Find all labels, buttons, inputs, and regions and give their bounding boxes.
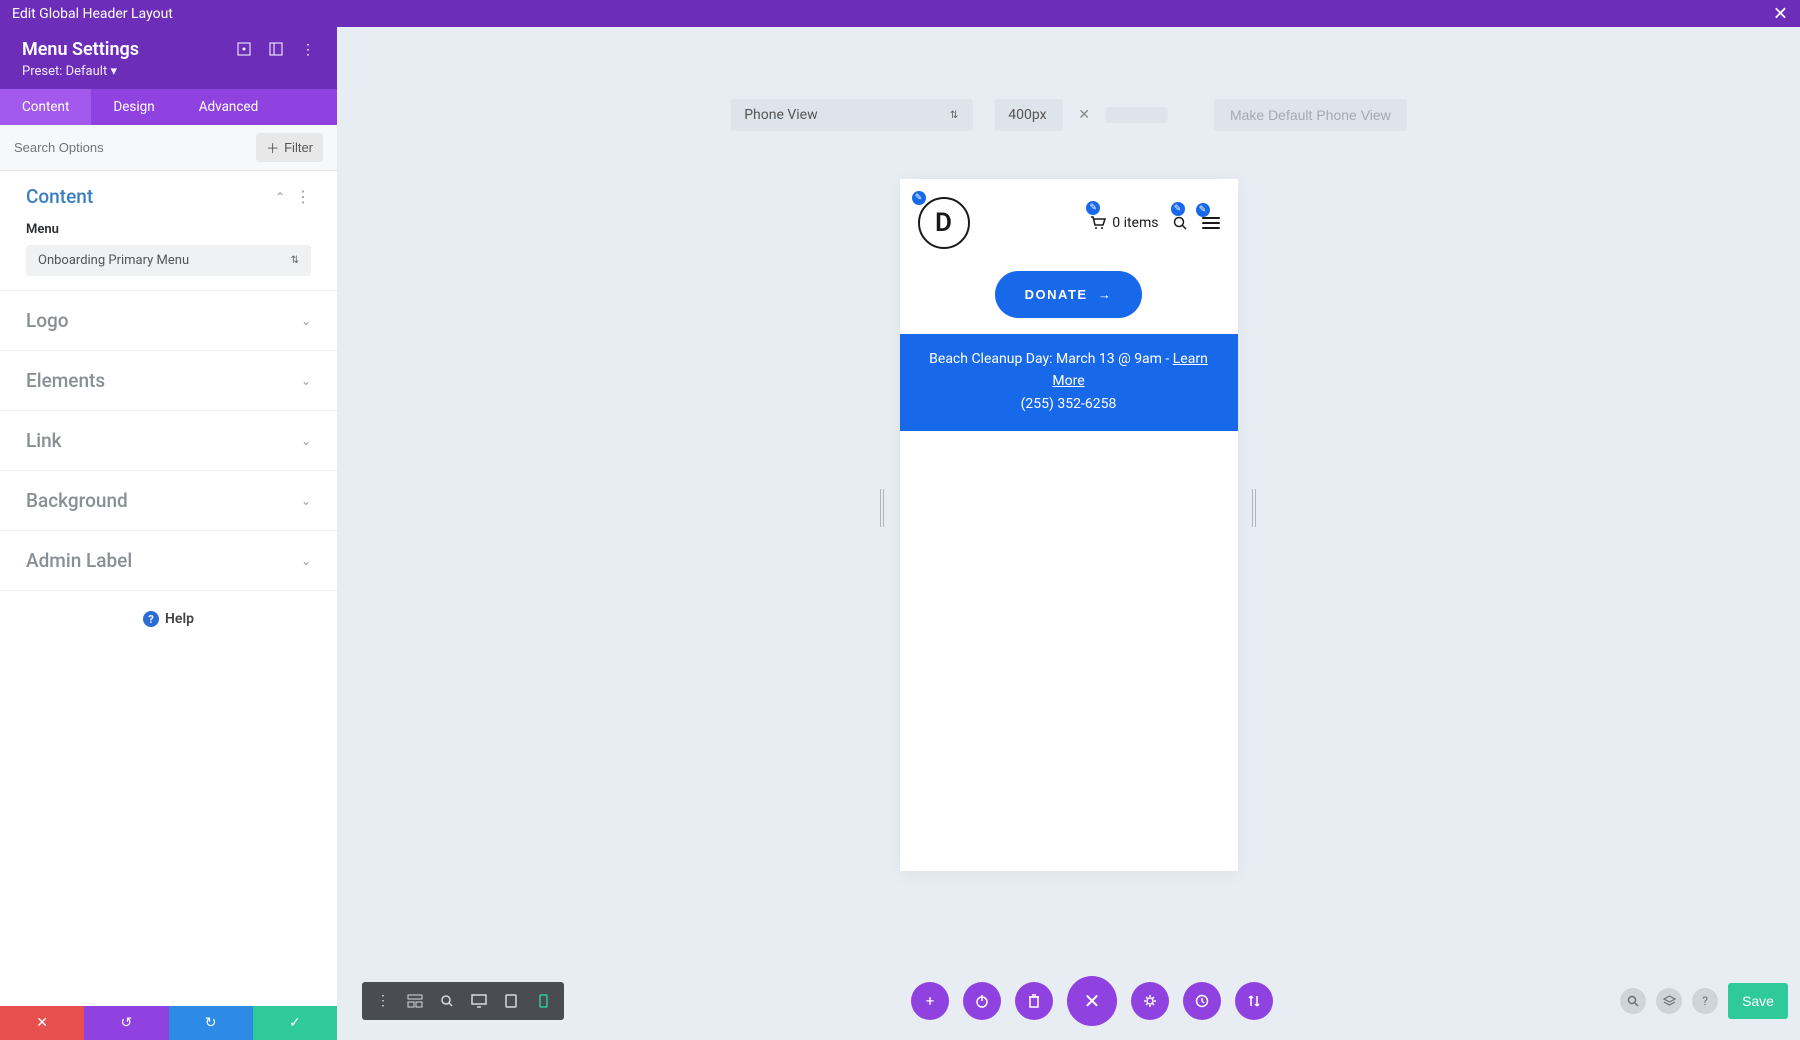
edit-badge-icon[interactable]: ✎ [1171, 202, 1185, 216]
select-chevron-icon: ⇅ [950, 110, 958, 121]
search-input[interactable] [14, 140, 256, 155]
toolbar-wireframe-icon[interactable] [400, 988, 430, 1014]
section-link[interactable]: Link ⌄ [0, 411, 337, 471]
section-content-header[interactable]: Content ⌃ ⋮ [26, 185, 311, 208]
settings-tabs: Content Design Advanced [0, 89, 337, 125]
chevron-down-icon: ⌄ [301, 554, 311, 568]
toolbar-phone-icon[interactable] [528, 988, 558, 1014]
save-button[interactable]: Save [1728, 983, 1788, 1019]
height-input[interactable] [1106, 107, 1168, 123]
delete-button[interactable] [1015, 982, 1053, 1020]
chevron-down-icon: ⌄ [301, 314, 311, 328]
grid-icon[interactable] [269, 42, 283, 58]
confirm-button[interactable]: ✓ [253, 1006, 337, 1040]
logo[interactable]: D [918, 197, 970, 249]
expand-icon[interactable] [237, 42, 251, 58]
preview-header: ✎ D ✎ 0 items ✎ ✎ [900, 179, 1238, 259]
sidebar-actions: ✕ ↺ ↻ ✓ [0, 1006, 337, 1040]
section-elements[interactable]: Elements ⌄ [0, 351, 337, 411]
toolbar-help-icon[interactable]: ? [1692, 988, 1718, 1014]
chevron-down-icon: ⌄ [301, 494, 311, 508]
tab-advanced[interactable]: Advanced [177, 89, 281, 125]
cart-count[interactable]: 0 items [1112, 215, 1158, 231]
edit-badge-icon[interactable]: ✎ [1086, 201, 1100, 215]
hamburger-icon[interactable] [1202, 217, 1220, 229]
sidebar-header-actions: ⋮ [237, 42, 315, 58]
toolbar-search-icon[interactable] [1620, 988, 1646, 1014]
undo-button[interactable]: ↺ [84, 1006, 168, 1040]
edit-badge-icon[interactable]: ✎ [1196, 203, 1210, 217]
resize-handle-left[interactable] [880, 489, 886, 527]
sort-button[interactable] [1235, 982, 1273, 1020]
section-admin-label[interactable]: Admin Label ⌄ [0, 531, 337, 591]
menu-field-label: Menu [26, 222, 311, 237]
donate-section: DONATE → [900, 259, 1238, 334]
tab-content[interactable]: Content [0, 89, 91, 125]
close-icon[interactable]: ✕ [1773, 3, 1788, 24]
donate-button[interactable]: DONATE → [995, 271, 1143, 318]
toolbar-desktop-icon[interactable] [464, 988, 494, 1014]
settings-sidebar: Menu Settings ⋮ Preset: Default ▾ Conten… [0, 27, 337, 1006]
tab-design[interactable]: Design [91, 89, 176, 125]
top-bar-title: Edit Global Header Layout [12, 6, 173, 22]
preview-body [900, 431, 1238, 871]
filter-button[interactable]: ＋Filter [256, 133, 323, 162]
bottom-toolbar: ⋮ + ✕ [362, 976, 1788, 1026]
section-content: Content ⌃ ⋮ Menu Onboarding Primary Menu… [0, 171, 337, 291]
cart-icon[interactable] [1090, 216, 1106, 230]
power-button[interactable] [963, 982, 1001, 1020]
select-chevron-icon: ⇅ [291, 255, 299, 266]
toolbar-center: + ✕ [911, 976, 1273, 1026]
settings-button[interactable] [1131, 982, 1169, 1020]
section-logo[interactable]: Logo ⌄ [0, 291, 337, 351]
view-select[interactable]: Phone View ⇅ [730, 99, 972, 131]
toolbar-zoom-icon[interactable] [432, 988, 462, 1014]
section-background[interactable]: Background ⌄ [0, 471, 337, 531]
edit-badge-icon[interactable]: ✎ [912, 191, 926, 205]
add-button[interactable]: + [911, 982, 949, 1020]
toolbar-more-icon[interactable]: ⋮ [368, 988, 398, 1014]
search-row: ＋Filter [0, 125, 337, 171]
toolbar-left: ⋮ [362, 982, 564, 1020]
help-link[interactable]: ? Help [0, 591, 337, 647]
more-icon[interactable]: ⋮ [301, 42, 315, 58]
chevron-down-icon: ⌄ [301, 434, 311, 448]
phone-number: (255) 352-6258 [922, 393, 1216, 415]
toolbar-right: ? Save [1620, 983, 1788, 1019]
preview-controls: Phone View ⇅ 400px ✕ Make Default Phone … [730, 99, 1407, 131]
main-canvas: Phone View ⇅ 400px ✕ Make Default Phone … [337, 27, 1800, 1040]
dimension-separator: ✕ [1078, 107, 1090, 123]
resize-handle-right[interactable] [1252, 489, 1258, 527]
menu-select[interactable]: Onboarding Primary Menu ⇅ [26, 245, 311, 276]
chevron-up-icon[interactable]: ⌃ [275, 190, 285, 204]
close-center-button[interactable]: ✕ [1067, 976, 1117, 1026]
redo-button[interactable]: ↻ [169, 1006, 253, 1040]
sidebar-title: Menu Settings [22, 39, 139, 60]
preset-label[interactable]: Preset: Default ▾ [22, 64, 315, 79]
top-bar: Edit Global Header Layout ✕ [0, 0, 1800, 27]
phone-preview: ✎ D ✎ 0 items ✎ ✎ [900, 179, 1238, 871]
preview-header-right: ✎ 0 items ✎ ✎ [1090, 215, 1219, 231]
make-default-button[interactable]: Make Default Phone View [1214, 99, 1407, 131]
question-icon: ? [143, 611, 159, 627]
toolbar-layers-icon[interactable] [1656, 988, 1682, 1014]
history-button[interactable] [1183, 982, 1221, 1020]
section-more-icon[interactable]: ⋮ [295, 187, 311, 206]
cancel-button[interactable]: ✕ [0, 1006, 84, 1040]
announcement-bar: Beach Cleanup Day: March 13 @ 9am - Lear… [900, 334, 1238, 431]
chevron-down-icon: ⌄ [301, 374, 311, 388]
width-input[interactable]: 400px [994, 99, 1062, 131]
search-icon[interactable] [1173, 216, 1188, 231]
sidebar-header: Menu Settings ⋮ Preset: Default ▾ [0, 27, 337, 89]
toolbar-tablet-icon[interactable] [496, 988, 526, 1014]
